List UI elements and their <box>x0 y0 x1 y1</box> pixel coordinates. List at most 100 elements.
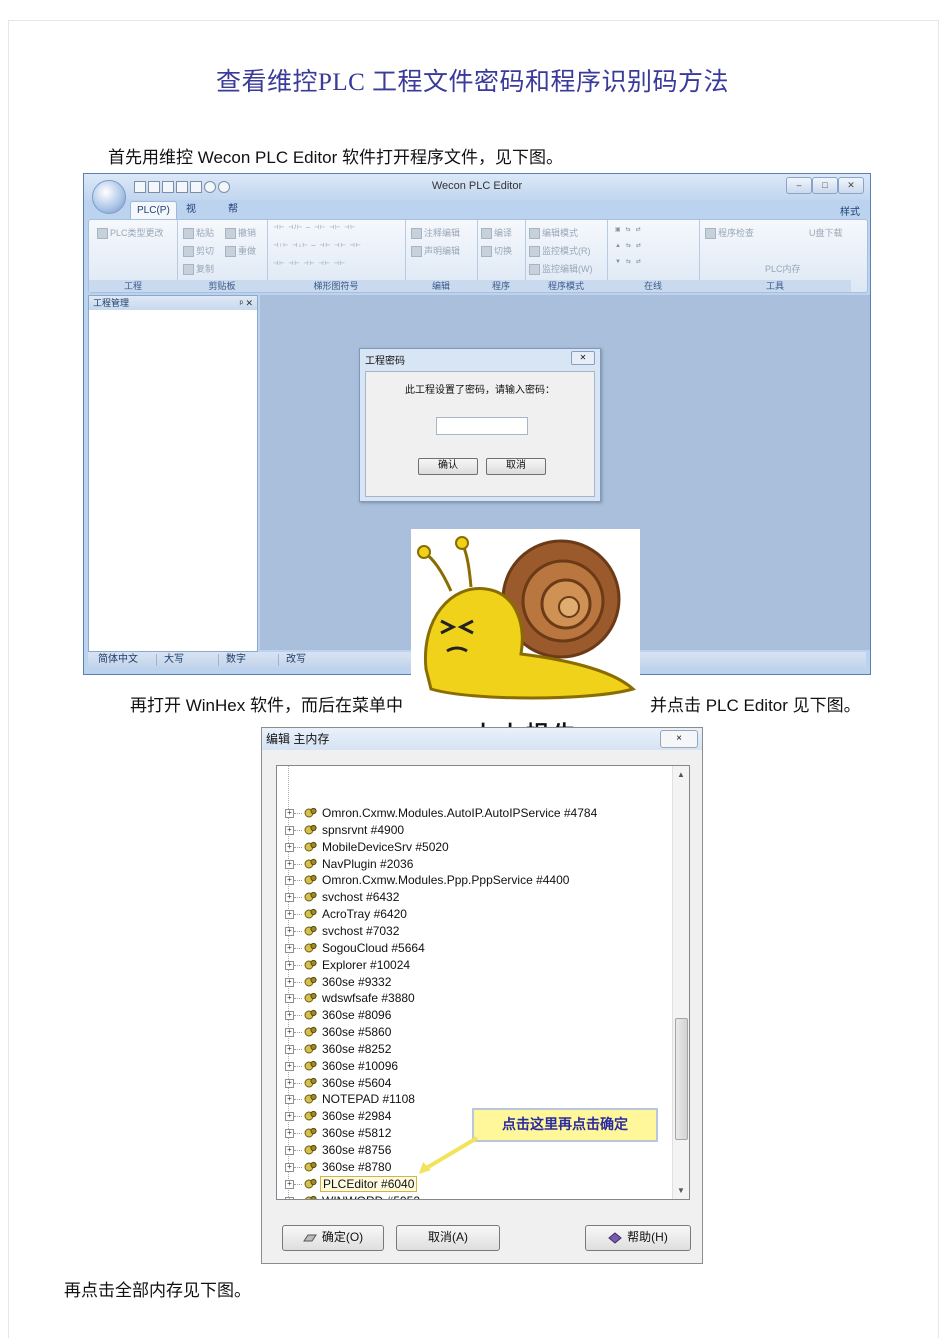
process-gear-icon <box>304 1144 317 1155</box>
cancel-button[interactable]: 取消 <box>486 458 546 475</box>
process-tree: + Omron.Cxmw.Modules.AutoIP.AutoIPService… <box>276 765 690 1200</box>
process-gear-icon <box>304 1111 317 1121</box>
expand-icon[interactable]: + <box>285 876 294 886</box>
expand-icon[interactable]: + <box>285 1129 294 1139</box>
status-language: 简体中文 <box>98 654 138 665</box>
ladder-symbol-row-1[interactable]: ⊣⊢ ⊣/⊢ ─ ⊣⊢ ⊣⊢ ⊣⊢ <box>273 224 357 231</box>
project-manager-header: 工程管理 ᵖ ✕ <box>89 296 257 310</box>
ladder-symbol-row-2[interactable]: ⊣↑⊢ ⊣↓⊢ ─ ⊣⊢ ⊣⊢ ⊣⊢ <box>273 242 362 249</box>
expand-icon[interactable]: + <box>285 994 294 1004</box>
expand-icon[interactable]: + <box>285 893 294 903</box>
expand-icon[interactable]: + <box>285 1179 294 1189</box>
group-label-edit: 编辑 <box>405 280 477 292</box>
process-gear-icon <box>304 925 317 936</box>
callout-arrow-icon <box>419 1136 479 1174</box>
paragraph-3: 再点击全部内存见下图。 <box>64 1281 251 1300</box>
expand-icon[interactable]: + <box>285 977 294 987</box>
confirm-button[interactable]: 确认 <box>418 458 478 475</box>
expand-icon[interactable]: + <box>285 1078 294 1088</box>
compile-button[interactable]: 编译 <box>481 226 512 240</box>
expand-icon[interactable]: + <box>285 1162 294 1172</box>
tab-plc[interactable]: PLC(P) <box>130 201 177 220</box>
expand-icon[interactable]: + <box>285 1095 294 1105</box>
group-label-program-mode: 程序模式 <box>525 280 607 292</box>
program-check-button[interactable]: 程序检查 <box>705 226 754 240</box>
process-gear-icon <box>304 959 317 970</box>
panel-pin-close-icon[interactable]: ᵖ ✕ <box>240 296 253 310</box>
scroll-thumb[interactable] <box>675 1018 688 1140</box>
app-menu-orb-icon[interactable] <box>92 180 126 214</box>
help-button[interactable]: 帮助(H) <box>585 1225 691 1251</box>
scroll-down-icon[interactable]: ▼ <box>677 1186 685 1195</box>
copy-button[interactable]: 复制 <box>183 262 214 276</box>
expand-icon[interactable]: + <box>285 859 294 869</box>
expand-icon[interactable]: + <box>285 1112 294 1122</box>
minimize-button[interactable]: – <box>786 177 812 194</box>
process-gear-icon <box>304 908 317 919</box>
process-gear-icon <box>304 858 317 869</box>
winhex-dialog-title: 编辑 主内存 <box>266 732 330 746</box>
close-button[interactable]: ✕ <box>838 177 864 194</box>
expand-icon[interactable]: + <box>285 1028 294 1038</box>
process-label: WINWORD #5952 <box>322 1193 420 1199</box>
expand-icon[interactable]: + <box>285 1061 294 1071</box>
process-label: 360se #5604 <box>322 1075 392 1090</box>
plc-type-change-button[interactable]: PLC类型更改 <box>97 226 164 240</box>
selected-process-label: PLCEditor #6040 <box>320 1175 418 1192</box>
expand-icon[interactable]: + <box>285 943 294 953</box>
paste-button[interactable]: 粘贴 <box>183 226 214 240</box>
maximize-button[interactable]: □ <box>812 177 838 194</box>
expand-icon[interactable]: + <box>285 825 294 835</box>
tab-help[interactable]: 帮助 <box>222 201 244 233</box>
online-icons[interactable]: ▣ ⇆ ⇄ ▲ ⇆ ⇄ ▼ ⇆ ⇄ <box>615 226 641 266</box>
monitor-edit-button[interactable]: 监控编辑(W) <box>529 262 593 276</box>
process-label: 360se #9332 <box>322 974 392 989</box>
group-label-project: 工程 <box>89 280 177 292</box>
expand-icon[interactable]: + <box>285 960 294 970</box>
process-gear-icon <box>304 1010 317 1020</box>
project-manager-panel: 工程管理 ᵖ ✕ <box>88 295 258 652</box>
process-gear-icon <box>304 1060 317 1071</box>
expand-icon[interactable]: + <box>285 842 294 852</box>
expand-icon[interactable]: + <box>285 1196 294 1199</box>
expand-icon[interactable]: + <box>285 910 294 920</box>
process-label: AcroTray #6420 <box>322 907 407 922</box>
group-program: 编译 切换 程序 <box>477 220 526 292</box>
switch-button[interactable]: 切换 <box>481 244 512 258</box>
comment-edit-button[interactable]: 注释编辑 <box>411 226 460 240</box>
cancel-button[interactable]: 取消(A) <box>396 1225 500 1251</box>
window-title: Wecon PLC Editor <box>431 180 523 192</box>
password-dialog-close-button[interactable]: ✕ <box>571 351 595 365</box>
usb-download-button[interactable]: U盘下载 <box>809 226 843 239</box>
cut-button[interactable]: 剪切 <box>183 244 214 258</box>
redo-button[interactable]: 重做 <box>225 244 256 258</box>
monitor-mode-button[interactable]: 监控模式(R) <box>529 244 591 258</box>
ok-label: 确定(O) <box>321 1230 364 1244</box>
ok-icon <box>302 1234 317 1242</box>
close-button[interactable]: × <box>660 730 698 748</box>
expand-icon[interactable]: + <box>285 809 294 818</box>
expand-icon[interactable]: + <box>285 1011 294 1021</box>
tree-scrollbar[interactable]: ▲ ▼ <box>672 766 689 1199</box>
ladder-symbol-row-3[interactable]: ⊣⊢ ⊣⊢ ⊣⊢ ⊣⊢ ⊣⊢ <box>273 260 346 267</box>
declaration-edit-button[interactable]: 声明编辑 <box>411 244 460 258</box>
process-gear-icon <box>304 1077 317 1088</box>
tab-view[interactable]: 视图 <box>180 201 202 233</box>
expand-icon[interactable]: + <box>285 1044 294 1054</box>
process-label: 360se #5812 <box>322 1126 392 1141</box>
password-input[interactable] <box>436 417 528 435</box>
expand-icon[interactable]: + <box>285 926 294 936</box>
undo-button[interactable]: 撤销 <box>225 226 256 240</box>
process-gear-icon <box>304 1026 317 1037</box>
scroll-up-icon[interactable]: ▲ <box>677 770 685 779</box>
process-gear-icon <box>304 1094 317 1104</box>
style-menu[interactable]: 样式 <box>840 203 860 218</box>
group-label-tools: 工具 <box>699 280 851 292</box>
title-bar: Wecon PLC Editor – □ ✕ <box>84 174 870 200</box>
process-gear-icon <box>304 993 317 1003</box>
expand-icon[interactable]: + <box>285 1146 294 1155</box>
edit-mode-button[interactable]: 编辑模式 <box>529 226 578 240</box>
ok-button[interactable]: 确定(O) <box>282 1225 384 1251</box>
password-prompt: 此工程设置了密码，请输入密码： <box>405 385 555 396</box>
plc-memory-button[interactable]: PLC内存 <box>765 262 801 275</box>
